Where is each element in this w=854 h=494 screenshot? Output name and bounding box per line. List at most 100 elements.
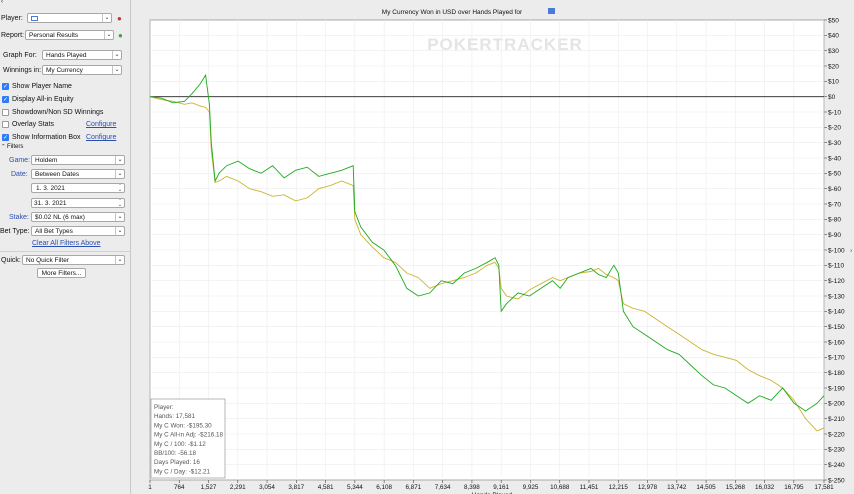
collapse-icon: ⌃ [1, 144, 6, 150]
y-tick-label: $0 [828, 94, 836, 101]
x-tick-label: 5,344 [347, 484, 363, 491]
stake-row: Stake: $0.02 NL (6 max) ⌄ [0, 212, 131, 224]
x-tick-label: 10,688 [550, 484, 570, 491]
collapse-icon[interactable]: ‹ [1, 0, 3, 5]
y-tick-label: $-120 [828, 278, 845, 285]
stake-label: Stake: [9, 214, 29, 221]
chevron-down-icon: ⌄ [115, 156, 124, 164]
option-label: Show Player Name [12, 83, 72, 90]
filters-header[interactable]: ⌃ Filters [0, 144, 131, 152]
clear-filters-link[interactable]: Clear All Filters Above [32, 240, 100, 247]
player-label: Player: [1, 15, 23, 22]
report-select[interactable]: Personal Results ⌄ [25, 30, 114, 40]
y-tick-label: $-180 [828, 370, 845, 377]
date-select[interactable]: Between Dates ⌄ [31, 169, 125, 179]
option-display-allin-equity[interactable]: ✓ Display All-in Equity [0, 94, 131, 106]
checkbox-unchecked-icon[interactable] [2, 121, 9, 128]
chevron-down-icon: ⌄ [102, 14, 111, 22]
checkbox-checked-icon[interactable]: ✓ [2, 83, 9, 90]
info-box-line: My C Won: -$195.30 [154, 422, 212, 429]
info-box-line: Hands: 17,581 [154, 413, 195, 420]
x-tick-label: 12,978 [638, 484, 658, 491]
winnings-in-select[interactable]: My Currency ⌄ [42, 65, 122, 75]
y-tick-label: $-150 [828, 324, 845, 331]
y-tick-label: $-190 [828, 385, 845, 392]
bet-type-select[interactable]: All Bet Types ⌄ [31, 226, 125, 236]
chevron-down-icon: ⌄ [104, 31, 113, 39]
y-tick-label: $50 [828, 17, 839, 24]
y-tick-label: $-10 [828, 109, 841, 116]
y-tick-label: $-160 [828, 339, 845, 346]
date-from-field[interactable]: 1. 3. 2021 ⌃ ⌄ [31, 183, 125, 193]
bet-type-label: Bet Type: [0, 228, 30, 235]
winnings-in-row: Winnings in: My Currency ⌄ [0, 65, 131, 77]
quick-label: Quick: [1, 257, 21, 264]
checkbox-checked-icon[interactable]: ✓ [2, 134, 9, 141]
x-tick-label: 2,291 [230, 484, 246, 491]
overlay-configure-link[interactable]: Configure [86, 121, 116, 128]
chevron-down-icon: ⌄ [115, 213, 124, 221]
date-from-row: 1. 3. 2021 ⌃ ⌄ [0, 183, 131, 195]
player-select[interactable]: ⌄ [27, 13, 112, 23]
option-show-player-name[interactable]: ✓ Show Player Name [0, 81, 131, 93]
divider [0, 251, 131, 252]
y-tick-label: $40 [828, 33, 839, 40]
chart-title: My Currency Won in USD over Hands Played… [382, 9, 523, 16]
x-tick-label: 16,795 [784, 484, 804, 491]
x-tick-label: 3,054 [259, 484, 275, 491]
x-tick-label: 6,108 [376, 484, 392, 491]
option-overlay-stats[interactable]: Overlay Stats Configure [0, 119, 131, 131]
x-tick-label: 764 [174, 484, 185, 491]
report-row: Report: Personal Results ⌄ ● [0, 30, 131, 42]
game-row: Game: Holdem ⌄ [0, 155, 131, 167]
game-select[interactable]: Holdem ⌄ [31, 155, 125, 165]
y-tick-label: $-210 [828, 416, 845, 423]
x-tick-label: 6,871 [406, 484, 422, 491]
graph-for-select[interactable]: Hands Played ⌄ [42, 50, 122, 60]
x-tick-label: 9,161 [493, 484, 509, 491]
quick-filter-select[interactable]: No Quick Filter ⌄ [22, 255, 125, 265]
x-tick-label: 14,505 [696, 484, 716, 491]
filters-label: Filters [7, 144, 24, 150]
option-showdown-winnings[interactable]: Showdown/Non SD Winnings [0, 107, 131, 119]
chart-panel: POKERTRACKER $50 $40 $30 $20 $10 $0 $-10 $-20 $-3… [132, 0, 854, 494]
y-tick-label: $10 [828, 79, 839, 86]
collapse-row: ‹ [0, 0, 131, 6]
date-to-field[interactable]: 31. 3. 2021 ⌃ ⌄ [31, 198, 125, 208]
results-graph[interactable]: POKERTRACKER$50$40$30$20$10$0$-10$-20$-3… [132, 0, 854, 494]
report-label: Report: [1, 32, 24, 39]
checkbox-unchecked-icon[interactable] [2, 109, 9, 116]
player-avatar-icon[interactable]: ● [117, 14, 122, 23]
winnings-in-label: Winnings in: [3, 67, 42, 74]
info-box-line: My C All-in Adj: -$216.18 [154, 432, 223, 439]
y-tick-label: $-170 [828, 355, 845, 362]
player-site-icon [548, 8, 555, 14]
more-filters-button[interactable]: More Filters... [37, 268, 86, 278]
x-tick-label: 3,817 [288, 484, 304, 491]
x-tick-label: 8,398 [464, 484, 480, 491]
y-tick-label: $-70 [828, 201, 841, 208]
y-tick-label: $-30 [828, 140, 841, 147]
option-label: Display All-in Equity [12, 96, 74, 103]
stake-select[interactable]: $0.02 NL (6 max) ⌄ [31, 212, 125, 222]
info-box-line: Player: [154, 404, 174, 411]
sidebar: ‹ Player: ⌄ ● Report: Personal Results ⌄… [0, 0, 131, 494]
x-tick-label: 4,581 [318, 484, 334, 491]
checkbox-checked-icon[interactable]: ✓ [2, 96, 9, 103]
refresh-icon[interactable]: ● [118, 31, 123, 40]
stepper-icon[interactable]: ⌃ ⌄ [116, 199, 124, 207]
stepper-icon[interactable]: ⌃ ⌄ [116, 184, 124, 192]
option-show-info-box[interactable]: ✓ Show Information Box Configure [0, 132, 131, 144]
y-tick-label: $-80 [828, 217, 841, 224]
y-tick-label: $-100 [828, 247, 845, 254]
option-label: Overlay Stats [12, 121, 55, 128]
info-box-configure-link[interactable]: Configure [86, 134, 116, 141]
x-tick-label: 13,742 [667, 484, 687, 491]
x-tick-label: 15,268 [726, 484, 746, 491]
y-tick-label: $-20 [828, 125, 841, 132]
bet-type-row: Bet Type: All Bet Types ⌄ [0, 226, 131, 238]
option-label: Show Information Box [12, 134, 81, 141]
y-tick-label: $20 [828, 63, 839, 70]
quick-row: Quick: No Quick Filter ⌄ [0, 255, 131, 267]
date-row: Date: Between Dates ⌄ [0, 169, 131, 181]
